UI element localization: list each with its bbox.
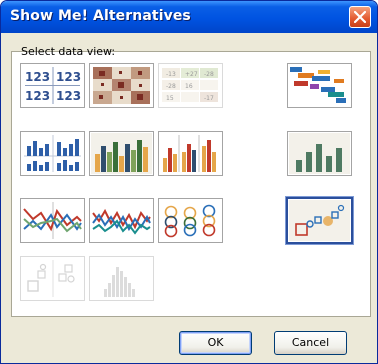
- view-bar-chart[interactable]: [158, 131, 223, 176]
- view-line-chart-discrete[interactable]: [20, 198, 85, 243]
- highlight-cell: 15: [166, 95, 174, 102]
- view-circle-grid[interactable]: [158, 198, 223, 243]
- view-side-by-side-bars[interactable]: [89, 131, 154, 176]
- highlight-cell: -28: [204, 71, 214, 78]
- ok-button[interactable]: OK: [179, 331, 252, 355]
- highlight-cell: +27: [185, 71, 198, 78]
- view-text-table[interactable]: 123 123 123 123: [20, 63, 85, 108]
- view-scatter-matrix[interactable]: [20, 256, 85, 301]
- cancel-button[interactable]: Cancel: [274, 331, 347, 355]
- text-table-cell: 123: [25, 70, 50, 84]
- dialog-window: Show Me! Alternatives Select data view: …: [0, 0, 378, 364]
- text-table-cell: 123: [56, 89, 81, 103]
- view-highlight-table[interactable]: -13 +27 -28 -28 16 15 -17: [158, 63, 223, 108]
- view-stacked-bars[interactable]: [20, 131, 85, 176]
- highlight-cell: -28: [166, 83, 176, 90]
- text-table-cell: 123: [56, 70, 81, 84]
- view-histogram-bars[interactable]: [287, 131, 352, 176]
- highlight-cell: -13: [166, 71, 176, 78]
- view-line-chart-continuous[interactable]: [89, 198, 154, 243]
- close-icon: [354, 11, 366, 23]
- title-bar[interactable]: Show Me! Alternatives: [1, 1, 377, 33]
- view-circle-view-selected[interactable]: [286, 197, 353, 244]
- text-table-cell: 123: [25, 89, 50, 103]
- select-data-view-label: Select data view:: [21, 45, 116, 58]
- highlight-cell: 16: [185, 83, 193, 90]
- view-gantt[interactable]: [287, 63, 352, 108]
- dialog-title: Show Me! Alternatives: [10, 8, 191, 24]
- highlight-cell: -17: [204, 95, 214, 102]
- view-heat-map[interactable]: [89, 63, 154, 108]
- close-button[interactable]: [349, 6, 371, 28]
- view-histogram[interactable]: [89, 256, 154, 301]
